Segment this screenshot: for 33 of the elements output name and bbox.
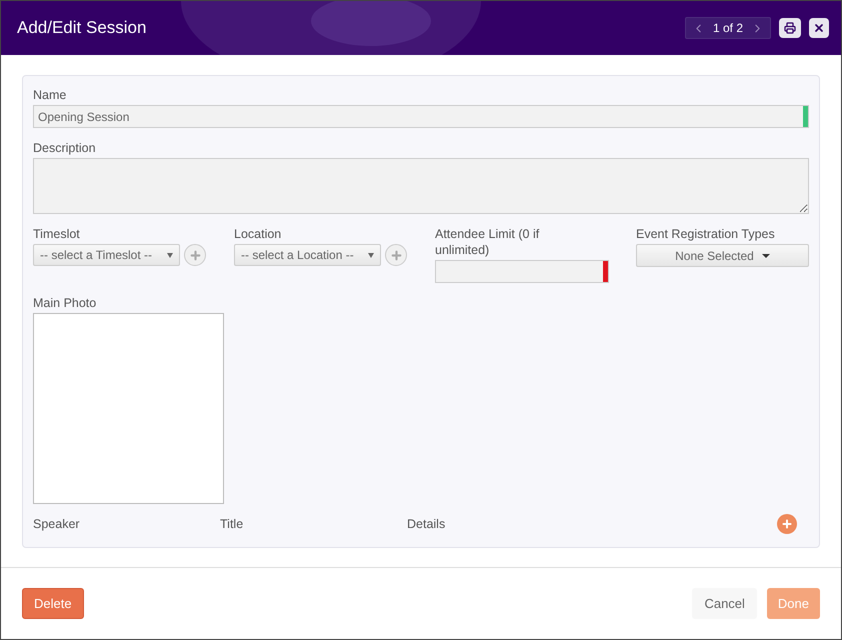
description-field[interactable]	[33, 158, 809, 214]
page-counter: 1 of 2	[712, 20, 743, 37]
field-label: Attendee Limit (0 if unlimited)	[435, 226, 540, 258]
add-button[interactable]	[184, 244, 206, 266]
print-button[interactable]	[779, 18, 801, 38]
caret-icon	[762, 254, 770, 258]
delete-button[interactable]: Delete	[22, 588, 84, 619]
registration-types-dropdown[interactable]: None Selected	[636, 244, 809, 267]
close-icon	[813, 22, 825, 34]
location-select[interactable]: -- select a Location --	[234, 244, 382, 266]
column-header: Speaker	[33, 516, 81, 533]
attendee-limit-field[interactable]	[435, 260, 609, 283]
add-button[interactable]	[385, 244, 407, 266]
timeslot-select[interactable]: -- select a Timeslot --	[33, 244, 180, 266]
field-label: Name	[33, 87, 68, 103]
column-header: Title	[220, 516, 244, 533]
cancel-button[interactable]: Cancel	[692, 588, 757, 619]
plus-icon	[390, 248, 403, 262]
window-title: Add/Edit Session	[17, 17, 146, 40]
plus-icon	[188, 248, 202, 262]
close-button[interactable]	[809, 18, 829, 38]
field-label: Location	[234, 226, 282, 242]
field-label: Event Registration Types	[636, 226, 776, 242]
caret-icon	[167, 252, 174, 258]
add-speaker-button[interactable]	[777, 514, 797, 534]
caret-icon	[368, 252, 374, 258]
field-label: Timeslot	[33, 226, 81, 242]
column-header: Details	[407, 516, 446, 533]
field-label: Description	[33, 140, 97, 156]
field-label: Main Photo	[33, 295, 98, 311]
plus-icon	[781, 518, 793, 530]
name-field[interactable]: Opening Session	[33, 105, 809, 128]
print-icon	[784, 22, 796, 34]
